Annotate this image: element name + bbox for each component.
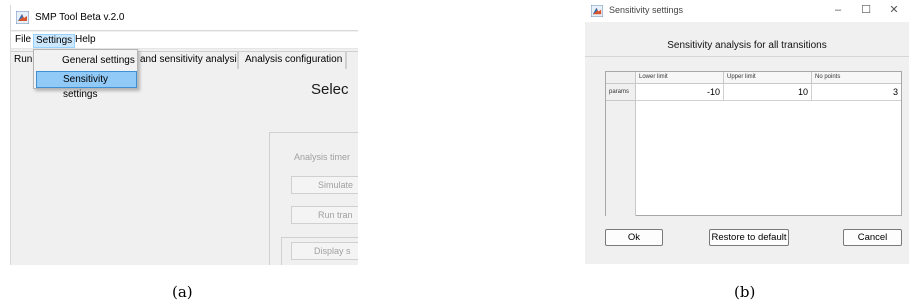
column-header-no-points[interactable]: No points [812,72,901,84]
page-heading: Selec [311,81,349,98]
settings-dropdown-menu: General settings Sensitivity settings [33,49,138,100]
main-titlebar: SMP Tool Beta v.2.0 [11,5,358,31]
menu-help[interactable]: Help [73,34,98,48]
tab-more[interactable] [346,51,358,69]
maximize-icon[interactable]: ☐ [855,2,877,18]
column-header-lower-limit[interactable]: Lower limit [636,72,724,84]
ok-button[interactable]: Ok [605,229,663,246]
dialog-title: Sensitivity settings [609,5,684,15]
caption-a: (a) [172,283,193,301]
tab-sensitivity-analysis[interactable]: and sensitivity analysis [138,51,238,69]
menu-file[interactable]: File [13,34,33,48]
dialog-subtitle: Sensitivity analysis for all transitions [667,40,827,51]
sensitivity-table: Lower limit Upper limit No points params… [605,71,902,216]
run-transitions-button[interactable]: Run tran [291,206,358,224]
row-gutter [606,101,636,216]
row-header-params: params [606,84,636,101]
matlab-app-icon [591,5,603,17]
window-title: SMP Tool Beta v.2.0 [35,12,125,23]
analysis-timer-label: Analysis timer [294,152,351,162]
dialog-divider [585,56,909,57]
menu-item-general-settings[interactable]: General settings [36,53,137,70]
restore-default-button[interactable]: Restore to default [709,229,789,246]
simulate-button[interactable]: Simulate [291,176,358,194]
menu-settings[interactable]: Settings [33,34,76,48]
menu-bar: File Settings Help [11,32,358,49]
cell-no-points[interactable]: 3 [812,84,901,101]
menu-item-sensitivity-settings[interactable]: Sensitivity settings [36,71,137,100]
cell-upper-limit[interactable]: 10 [724,84,812,101]
matlab-app-icon [16,11,29,24]
close-icon[interactable]: ✕ [883,2,905,18]
cell-lower-limit[interactable]: -10 [636,84,724,101]
sensitivity-settings-dialog: Sensitivity settings – ☐ ✕ Sensitivity a… [585,0,909,264]
display-button[interactable]: Display s [291,242,358,260]
column-header-upper-limit[interactable]: Upper limit [724,72,812,84]
caption-b: (b) [734,283,756,301]
main-window: SMP Tool Beta v.2.0 File Settings Help R… [10,5,358,265]
table-corner [606,72,636,84]
cancel-button[interactable]: Cancel [843,229,902,246]
minimize-icon[interactable]: – [827,2,849,18]
tab-analysis-configuration[interactable]: Analysis configuration [238,51,346,69]
dialog-titlebar: Sensitivity settings – ☐ ✕ [585,0,909,22]
